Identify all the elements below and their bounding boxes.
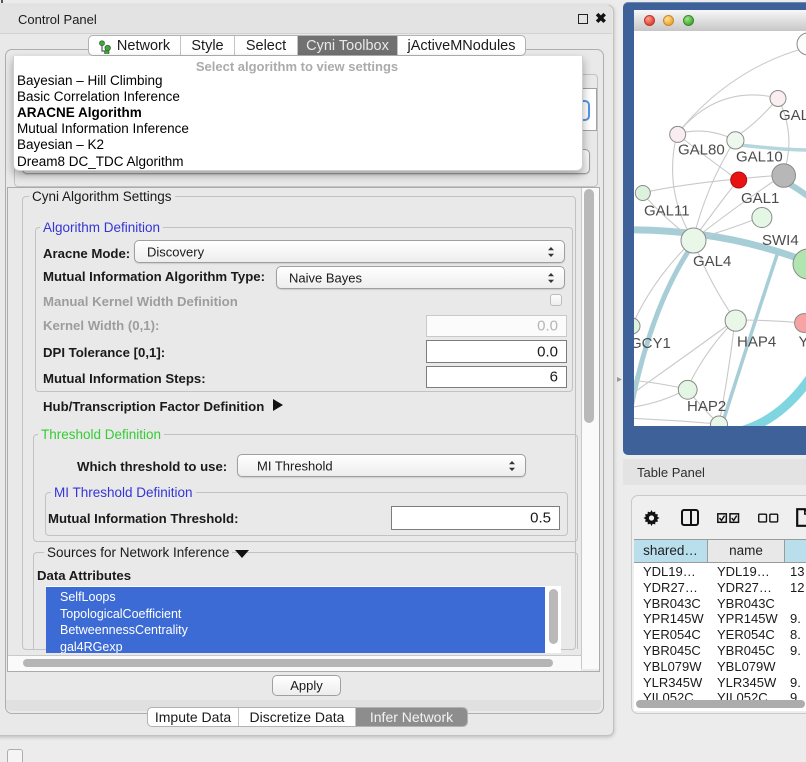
svg-text:GAL80: GAL80 [678, 142, 725, 159]
svg-text:GAL1: GAL1 [741, 190, 779, 207]
svg-text:GAL11: GAL11 [644, 203, 690, 220]
svg-text:HAP2: HAP2 [687, 398, 726, 415]
svg-text:GAL10: GAL10 [736, 149, 783, 166]
svg-text:GAL2: GAL2 [779, 107, 806, 124]
svg-text:HAP4: HAP4 [737, 334, 776, 351]
svg-text:SWI4: SWI4 [762, 232, 799, 249]
svg-text:GAL4: GAL4 [693, 253, 731, 270]
svg-text:YJ: YJ [799, 334, 806, 351]
svg-text:GCY1: GCY1 [634, 335, 671, 352]
